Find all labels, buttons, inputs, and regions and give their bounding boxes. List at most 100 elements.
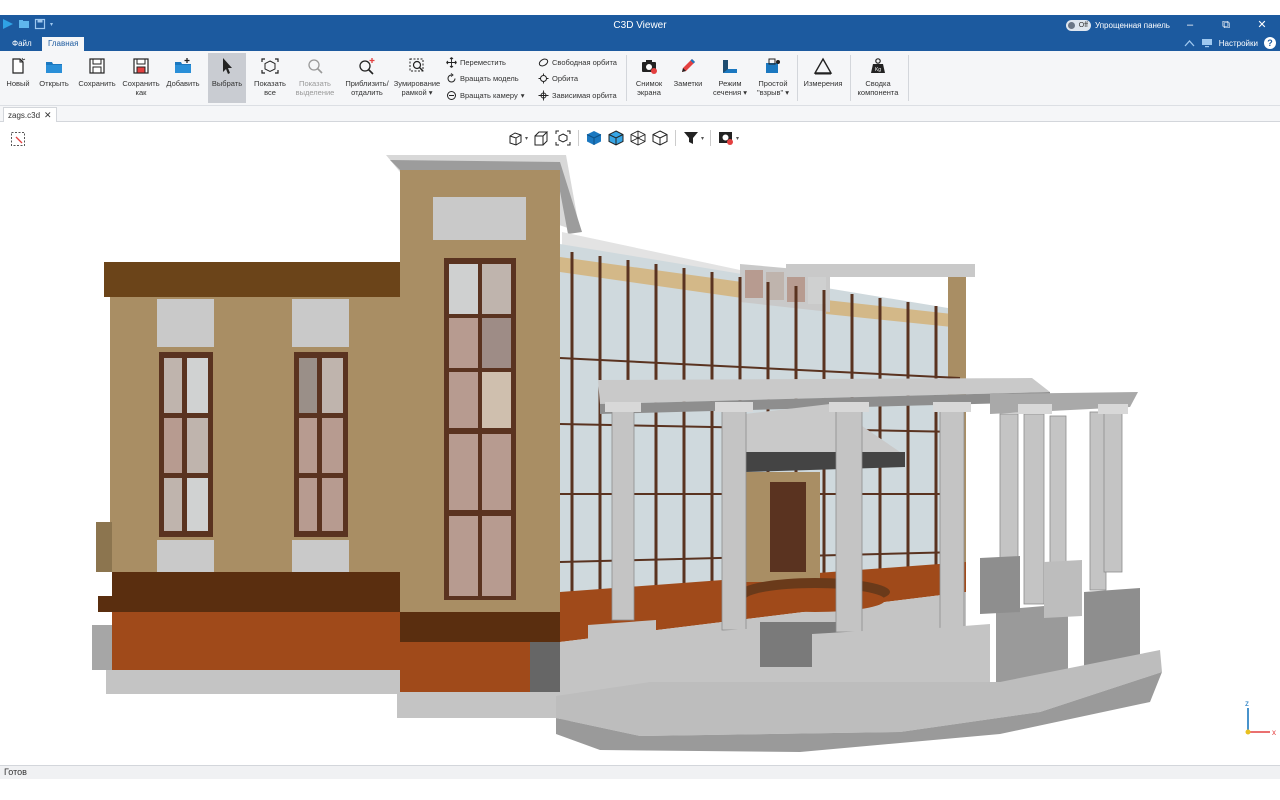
new-label: Новый — [6, 79, 30, 88]
open-button[interactable]: Открыть — [36, 53, 72, 103]
show-selection-label-1: Показать — [299, 79, 331, 88]
axis-x-label: x — [1272, 728, 1276, 737]
select-label: Выбрать — [211, 79, 243, 88]
help-icon[interactable]: ? — [1264, 37, 1276, 49]
section-mode-button[interactable]: Режим сечения ▾ — [710, 53, 750, 103]
dependent-orbit-icon — [538, 90, 549, 100]
section-dropdown-icon[interactable]: ▾ — [743, 88, 747, 97]
measure-triangle-icon — [813, 57, 833, 75]
screenshot-button[interactable]: Снимок экрана — [630, 53, 668, 103]
zoom-selection-icon — [308, 59, 323, 74]
summary-label-2: компонента — [857, 88, 899, 97]
status-bar: Готов — [0, 765, 1280, 779]
ribbon-separator — [850, 55, 851, 101]
save-as-icon — [133, 58, 149, 74]
notes-button[interactable]: Заметки — [670, 53, 706, 103]
show-selection-button[interactable]: Показать выделение — [292, 53, 338, 103]
title-bar: ▾ C3D Viewer Off Упрощенная панель – ⧉ ✕ — [0, 15, 1280, 36]
move-label: Переместить — [460, 57, 506, 67]
central-tower — [386, 155, 582, 718]
rotate-camera-button[interactable]: Вращать камеру ▾ — [446, 88, 525, 102]
move-button[interactable]: Переместить — [446, 55, 506, 69]
show-all-icon — [261, 58, 279, 74]
ribbon-right-tools: Настройки ? — [1184, 37, 1276, 49]
svg-text:Kg: Kg — [875, 67, 881, 73]
dependent-orbit-button[interactable]: Зависимая орбита — [538, 88, 617, 102]
tab-home[interactable]: Главная — [42, 37, 85, 51]
section-label-1: Режим — [718, 79, 742, 88]
document-tab[interactable]: zags.c3d ✕ — [3, 107, 57, 122]
select-button[interactable]: Выбрать — [208, 53, 246, 103]
status-text: Готов — [4, 767, 27, 777]
add-button[interactable]: Добавить — [164, 53, 202, 103]
save-as-label-2: как — [135, 88, 147, 97]
document-tab-label: zags.c3d — [8, 110, 41, 120]
save-button[interactable]: Сохранить — [76, 53, 118, 103]
ribbon-panel: Новый Открыть Сохранить Сохранить как До… — [0, 51, 1280, 106]
save-as-button[interactable]: Сохранить как — [120, 53, 162, 103]
zoom-frame-label-2: рамкой — [401, 88, 427, 97]
simplified-panel-label: Упрощенная панель — [1095, 21, 1170, 30]
measure-label: Измерения — [803, 79, 843, 88]
close-tab-icon[interactable]: ✕ — [44, 110, 52, 121]
collapse-ribbon-icon[interactable] — [1184, 39, 1195, 48]
simple-explode-button[interactable]: Простой "взрыв" ▾ — [752, 53, 794, 103]
measure-button[interactable]: Измерения — [800, 53, 846, 103]
zoom-frame-icon — [409, 58, 424, 72]
free-orbit-icon — [538, 58, 549, 66]
rotate-camera-label: Вращать камеру — [460, 90, 518, 100]
zoom-frame-dropdown-icon[interactable]: ▾ — [429, 88, 433, 97]
zoom-button[interactable]: Приблизить/ отдалить — [342, 53, 392, 103]
show-all-label-2: все — [264, 88, 276, 97]
add-folder-icon — [175, 58, 191, 73]
monitor-icon[interactable] — [1201, 38, 1213, 48]
rotate-model-button[interactable]: Вращать модель — [446, 71, 519, 85]
explode-icon — [766, 58, 780, 73]
section-label-2: сечения — [712, 88, 742, 97]
summary-label-1: Сводка — [865, 79, 891, 88]
bottom-strip — [0, 779, 1280, 800]
explode-label-2: "взрыв" — [756, 88, 784, 97]
zoom-icon — [359, 58, 375, 75]
move-icon — [446, 56, 457, 68]
save-icon — [89, 58, 105, 74]
axis-z-label: z — [1245, 699, 1249, 708]
rotate-camera-dropdown-icon[interactable]: ▾ — [521, 91, 525, 100]
component-summary-button[interactable]: Kg Сводка компонента — [852, 53, 904, 103]
explode-dropdown-icon[interactable]: ▾ — [785, 88, 789, 97]
screenshot-label-1: Снимок — [635, 79, 663, 88]
settings-label[interactable]: Настройки — [1219, 39, 1258, 48]
free-orbit-button[interactable]: Свободная орбита — [538, 55, 617, 69]
rotate-model-icon — [447, 72, 456, 82]
notes-label: Заметки — [673, 79, 703, 88]
free-orbit-label: Свободная орбита — [552, 57, 617, 67]
new-button[interactable]: Новый — [4, 53, 32, 103]
weight-icon: Kg — [871, 58, 885, 73]
add-label: Добавить — [166, 79, 200, 88]
close-icon[interactable]: ✕ — [1244, 15, 1280, 36]
restore-icon[interactable]: ⧉ — [1208, 15, 1244, 36]
dependent-orbit-label: Зависимая орбита — [552, 90, 617, 100]
3d-viewport[interactable]: ▾ ▾ ▾ z x — [0, 122, 1280, 765]
ribbon-separator — [797, 55, 798, 101]
orbit-label: Орбита — [552, 73, 579, 83]
orbit-icon — [538, 73, 549, 83]
simplified-panel-switch[interactable]: Off Упрощенная панель — [1066, 20, 1170, 31]
orbit-button[interactable]: Орбита — [538, 71, 578, 85]
zoom-frame-button[interactable]: Зумирование рамкой ▾ — [392, 53, 442, 103]
axis-triad: z x — [1245, 699, 1276, 737]
cursor-icon — [223, 58, 232, 74]
minimize-icon[interactable]: – — [1172, 15, 1208, 36]
camera-icon — [642, 60, 657, 74]
show-all-button[interactable]: Показать все — [250, 53, 290, 103]
toggle-switch[interactable]: Off — [1066, 20, 1091, 31]
top-strip — [0, 0, 1280, 15]
ribbon-separator — [626, 55, 627, 101]
building-model[interactable]: z x — [0, 122, 1280, 765]
open-folder-icon — [46, 62, 62, 73]
save-label: Сохранить — [78, 79, 116, 88]
show-selection-label-2: выделение — [295, 88, 335, 97]
zoom-frame-label-1: Зумирование — [393, 79, 441, 88]
open-label: Открыть — [39, 79, 69, 88]
tab-file[interactable]: Файл — [6, 37, 38, 51]
